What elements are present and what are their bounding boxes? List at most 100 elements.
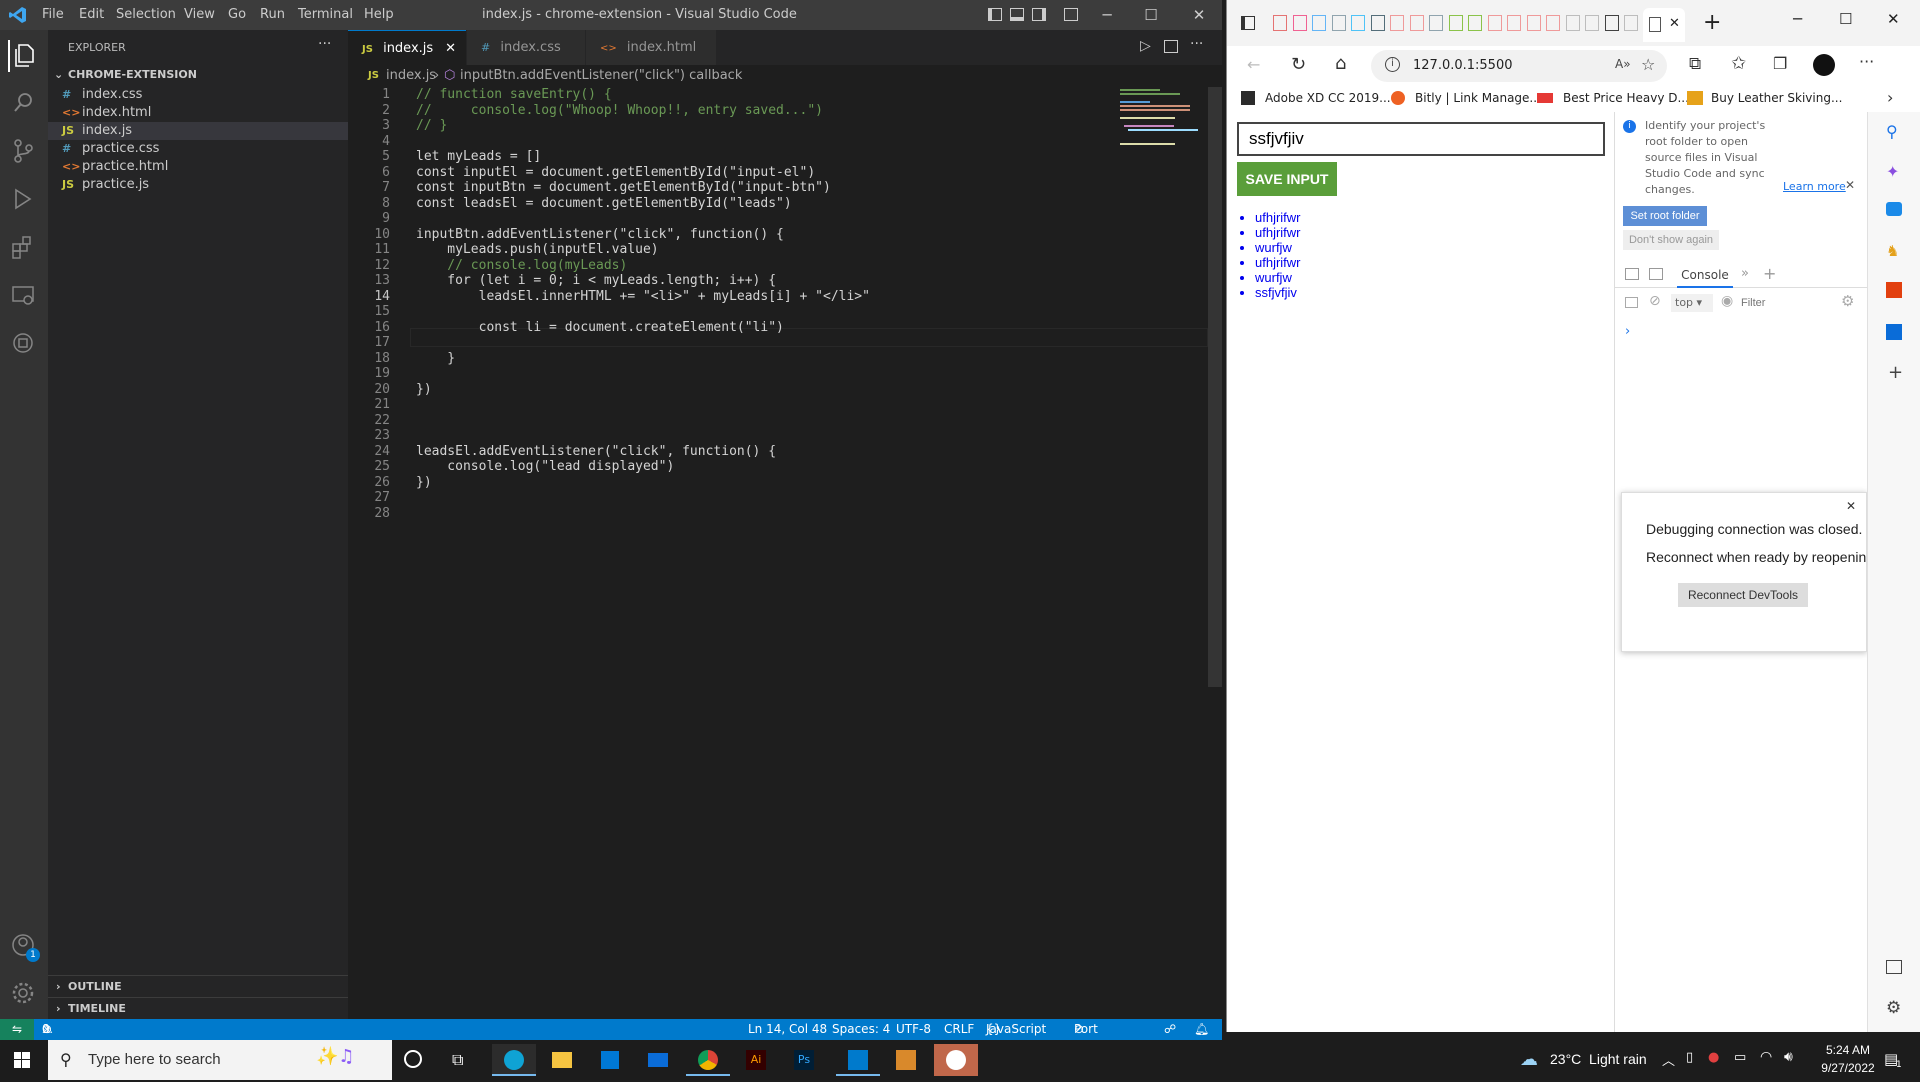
tab-favicon-icon[interactable] bbox=[1448, 15, 1463, 31]
file-item[interactable]: <> practice.html bbox=[48, 158, 348, 176]
source-control-icon[interactable] bbox=[8, 136, 40, 168]
tab-favicon-icon[interactable] bbox=[1468, 15, 1482, 31]
chrome-taskbar-icon[interactable] bbox=[686, 1044, 730, 1076]
office-icon[interactable] bbox=[1886, 282, 1902, 298]
favorite-link-4[interactable]: Buy Leather Skiving... bbox=[1711, 91, 1842, 105]
breadcrumb-file[interactable]: index.js bbox=[386, 65, 436, 87]
console-prompt-chevron-icon[interactable]: › bbox=[1625, 324, 1630, 339]
windows-start-icon[interactable] bbox=[14, 1052, 30, 1068]
menu-help[interactable]: Help bbox=[364, 7, 394, 22]
tab-favicon-icon[interactable] bbox=[1351, 15, 1365, 31]
show-hidden-icons[interactable]: ︿ bbox=[1662, 1050, 1675, 1069]
tab-actions-icon[interactable] bbox=[1241, 16, 1255, 30]
tab-favicon-icon[interactable] bbox=[1292, 15, 1307, 31]
menu-edit[interactable]: Edit bbox=[79, 7, 104, 22]
favorite-link-1[interactable]: Adobe XD CC 2019... bbox=[1265, 91, 1391, 105]
folder-header[interactable]: ⌄ CHROME-EXTENSION bbox=[48, 64, 348, 86]
tab-favicon-icon[interactable] bbox=[1273, 15, 1287, 31]
tab-favicon-icon[interactable] bbox=[1429, 15, 1443, 31]
save-input-button[interactable]: SAVE INPUT bbox=[1237, 162, 1337, 196]
tab-console[interactable]: Console bbox=[1677, 264, 1733, 288]
explorer-icon[interactable] bbox=[8, 40, 40, 72]
more-actions-icon[interactable]: ··· bbox=[318, 36, 331, 52]
back-icon[interactable]: ← bbox=[1247, 55, 1260, 74]
file-item[interactable]: # practice.css bbox=[48, 140, 348, 158]
refresh-icon[interactable]: ↻ bbox=[1291, 54, 1306, 75]
favorites-icon[interactable]: ✩ bbox=[1731, 53, 1746, 74]
run-debug-icon[interactable] bbox=[8, 184, 40, 216]
live-expression-eye-icon[interactable]: ◉ bbox=[1721, 293, 1733, 309]
tab-favicon-icon[interactable] bbox=[1409, 15, 1424, 31]
context-selector[interactable]: top ▾ bbox=[1671, 294, 1713, 312]
menu-view[interactable]: View bbox=[184, 7, 215, 22]
tab-favicon-icon[interactable] bbox=[1487, 15, 1502, 31]
address-bar[interactable]: i 127.0.0.1:5500 A» ☆ bbox=[1371, 50, 1667, 82]
tools-icon[interactable] bbox=[1886, 202, 1902, 216]
tab-favicon-icon[interactable] bbox=[1390, 15, 1404, 31]
outlook-icon[interactable] bbox=[1886, 324, 1902, 340]
cortana-icon[interactable] bbox=[404, 1050, 422, 1068]
inspect-icon[interactable] bbox=[1625, 268, 1639, 280]
battery-icon[interactable]: ▭ bbox=[1734, 1050, 1746, 1065]
file-item[interactable]: JS practice.js bbox=[48, 176, 348, 194]
editor-scrollbar[interactable] bbox=[1208, 87, 1222, 687]
extensions-icon[interactable]: ⧉ bbox=[1689, 54, 1701, 74]
sidebar-settings-gear-icon[interactable]: ⚙ bbox=[1886, 998, 1901, 1018]
outline-section[interactable]: › OUTLINE bbox=[48, 975, 348, 997]
manage-gear-icon[interactable] bbox=[8, 978, 40, 1010]
new-tab-icon[interactable]: + bbox=[1703, 10, 1721, 35]
clear-console-icon[interactable]: ⊘ bbox=[1649, 293, 1661, 309]
weather-text[interactable]: 23°C Light rain bbox=[1550, 1051, 1647, 1067]
cursor-position[interactable]: Ln 14, Col 48 bbox=[748, 1019, 827, 1040]
minimap[interactable] bbox=[1116, 87, 1208, 147]
tab-index-html[interactable]: <> index.html bbox=[586, 30, 716, 65]
device-icon[interactable]: ▯ bbox=[1686, 1050, 1693, 1065]
security-icon[interactable]: ● bbox=[1708, 1050, 1719, 1065]
menu-go[interactable]: Go bbox=[228, 7, 246, 22]
indentation[interactable]: Spaces: 4 bbox=[832, 1019, 890, 1040]
file-item[interactable]: JS index.js bbox=[48, 122, 348, 140]
sidebar-toggle-icon[interactable] bbox=[1625, 297, 1638, 308]
photoshop-taskbar-icon[interactable]: Ps bbox=[782, 1044, 826, 1076]
discord-taskbar-icon[interactable] bbox=[934, 1044, 978, 1076]
end-of-line[interactable]: CRLF bbox=[944, 1019, 974, 1040]
menu-terminal[interactable]: Terminal bbox=[298, 7, 353, 22]
console-filter-input[interactable] bbox=[1741, 294, 1811, 312]
games-icon[interactable]: ♞ bbox=[1886, 242, 1899, 260]
console-settings-gear-icon[interactable]: ⚙ bbox=[1841, 292, 1854, 310]
learn-more-link[interactable]: Learn more bbox=[1783, 180, 1846, 193]
tab-favicon-icon[interactable] bbox=[1565, 15, 1580, 31]
file-item[interactable]: # index.css bbox=[48, 86, 348, 104]
discover-icon[interactable]: ✦ bbox=[1886, 162, 1899, 181]
toggle-sidebar-icon[interactable] bbox=[988, 8, 1002, 21]
volume-icon[interactable]: 🔊︎ bbox=[1784, 1049, 1793, 1065]
lead-item[interactable]: ssfjvfjiv bbox=[1255, 285, 1301, 300]
tab-favicon-icon[interactable] bbox=[1370, 15, 1385, 31]
lead-item[interactable]: ufhjrifwr bbox=[1255, 210, 1301, 225]
tab-favicon-icon[interactable] bbox=[1526, 15, 1541, 31]
testing-icon[interactable] bbox=[8, 328, 40, 360]
lead-input[interactable] bbox=[1237, 122, 1605, 156]
lead-item[interactable]: wurfjw bbox=[1255, 270, 1301, 285]
notifications-bell-icon[interactable]: 🔔︎ bbox=[1194, 1019, 1209, 1040]
tab-favicon-icon[interactable] bbox=[1604, 15, 1619, 31]
add-favorite-icon[interactable]: ☆ bbox=[1641, 55, 1655, 74]
dont-show-again-button[interactable]: Don't show again bbox=[1623, 230, 1719, 250]
tab-favicon-icon[interactable] bbox=[1507, 15, 1521, 31]
close-info-icon[interactable]: ✕ bbox=[1845, 178, 1855, 192]
close-button[interactable]: ✕ bbox=[1184, 4, 1214, 26]
menu-file[interactable]: File bbox=[42, 7, 64, 22]
collections-icon[interactable]: ❐ bbox=[1773, 54, 1787, 73]
tab-index-css[interactable]: # index.css bbox=[467, 30, 585, 65]
info-icon[interactable]: i bbox=[1385, 57, 1400, 72]
clock-date[interactable]: 9/27/2022 bbox=[1818, 1061, 1878, 1075]
favorite-link-3[interactable]: Best Price Heavy D... bbox=[1563, 91, 1689, 105]
vscode-taskbar-icon[interactable] bbox=[836, 1044, 880, 1076]
tab-favicon-icon[interactable] bbox=[1624, 15, 1638, 31]
read-aloud-icon[interactable]: A» bbox=[1615, 57, 1631, 71]
wifi-icon[interactable]: ◠ bbox=[1760, 1049, 1772, 1065]
close-tab-icon[interactable]: ✕ bbox=[445, 31, 456, 66]
remote-indicator-icon[interactable]: ⇋ bbox=[0, 1019, 34, 1040]
split-editor-icon[interactable] bbox=[1164, 40, 1178, 53]
clock-time[interactable]: 5:24 AM bbox=[1820, 1043, 1876, 1057]
